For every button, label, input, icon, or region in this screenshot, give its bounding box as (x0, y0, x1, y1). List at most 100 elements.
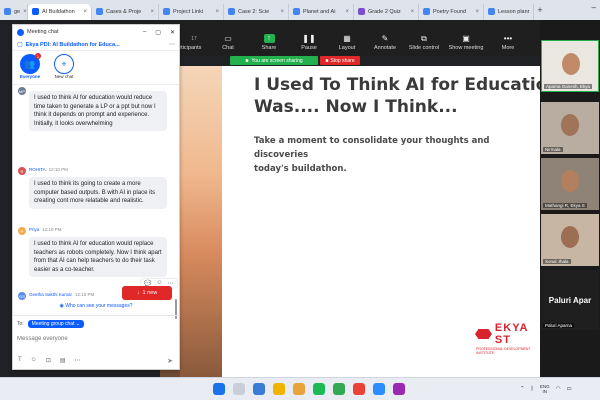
stop-share-label: Stop share (330, 57, 355, 64)
browser-tab[interactable]: Cases & Proje × (92, 3, 159, 20)
edge-icon[interactable] (253, 383, 265, 395)
recipient-everyone[interactable]: 👥 1 Everyone (17, 53, 43, 81)
close-icon[interactable]: × (475, 9, 479, 15)
emoji-icon[interactable]: ☺ (31, 357, 37, 364)
minimize-icon[interactable]: – (592, 3, 596, 12)
compose-toolbar: T ☺ ⊡ ▤ ⋯ (18, 357, 81, 364)
format-text-icon[interactable]: T (18, 357, 22, 364)
browser-tab[interactable]: Lesson planr (484, 3, 534, 20)
tab-favicon-icon (423, 8, 430, 15)
sender-name: ROHITA (29, 167, 46, 172)
show-meeting-button[interactable]: ▣ Show meeting (444, 20, 488, 51)
brand-name: EKYA ST (494, 322, 529, 346)
close-icon[interactable]: × (280, 9, 284, 15)
chrome-profile-icon[interactable] (353, 383, 365, 395)
who-can-see-link[interactable]: ◉ Who can see your messages? (13, 303, 179, 309)
message-time: 12:10 PM (48, 167, 68, 172)
more-icon[interactable]: ⋯ (169, 41, 175, 48)
recipient-row: To: Meeting group chat ⌄ (17, 320, 175, 328)
plus-icon: + (54, 54, 74, 74)
spotify-icon[interactable] (313, 383, 325, 395)
more-button[interactable]: ••• More (488, 20, 528, 51)
chat-header: ▢ Ekya PDI: AI Buildathon for Educa... ⋯ (13, 39, 179, 51)
bluetooth-icon[interactable]: ᛒ (531, 386, 534, 392)
tab-label: Poetry Found (433, 8, 467, 15)
tab-label: ge (14, 8, 21, 15)
participant-name: Mathangi R, Ekya S (543, 203, 587, 208)
participant-face (562, 53, 580, 75)
close-icon[interactable]: × (83, 9, 87, 15)
screen-sharing-label: You are screen sharing (251, 57, 303, 64)
chevron-up-icon[interactable]: ⌃ (520, 386, 525, 392)
attach-file-icon[interactable]: ▤ (60, 357, 66, 364)
screen-sharing-indicator: ■ You are screen sharing (230, 56, 318, 65)
file-explorer-icon[interactable] (273, 383, 285, 395)
layout-icon: ▦ (343, 34, 351, 43)
tab-label: Planet and Ai (303, 8, 336, 15)
chrome-icon[interactable] (333, 383, 345, 395)
close-icon[interactable]: ✕ (170, 29, 175, 36)
share-button[interactable]: ↑ Share (248, 20, 290, 51)
close-icon[interactable]: × (345, 9, 349, 15)
browser-tab[interactable]: Poetry Found × (419, 3, 484, 20)
send-icon[interactable]: ➤ (167, 357, 173, 365)
maximize-icon[interactable]: ▢ (155, 29, 161, 36)
more-icon[interactable]: ⋯ (75, 357, 81, 364)
new-messages-button[interactable]: ↓ 1 new (122, 286, 172, 300)
participant-name: Paluri Aparna (543, 323, 575, 328)
close-icon[interactable]: × (150, 9, 154, 15)
new-tab-button[interactable]: + (534, 5, 546, 15)
message-input[interactable] (17, 336, 167, 342)
zoom-app-icon[interactable] (373, 383, 385, 395)
folder-icon[interactable] (293, 383, 305, 395)
participants-button[interactable]: 17 Participants (173, 20, 208, 52)
slide-subtitle: Take a moment to consolidate your though… (254, 134, 540, 176)
screenshot-icon[interactable]: ⊡ (46, 357, 51, 364)
participant-tile[interactable]: Mathangi R, Ekya S (541, 158, 599, 210)
participant-name: Sonal Jhala (543, 259, 571, 264)
minimize-icon[interactable]: – (143, 29, 146, 36)
participant-tile[interactable]: Paluri Apar Paluri Aparna (541, 270, 599, 330)
close-icon[interactable]: × (23, 9, 27, 15)
close-icon[interactable]: × (410, 9, 414, 15)
layout-label: Layout (338, 45, 356, 51)
tab-favicon-icon (163, 8, 170, 15)
chat-compose: To: Meeting group chat ⌄ T ☺ ⊡ ▤ ⋯ ➤ (13, 315, 179, 370)
stop-share-button[interactable]: ■ Stop share (320, 56, 360, 65)
search-icon[interactable] (233, 383, 245, 395)
new-chat-button[interactable]: + New chat (51, 54, 77, 81)
browser-tab[interactable]: Planet and Ai × (289, 3, 354, 20)
wifi-icon[interactable]: ◠ (556, 386, 561, 392)
recipient-select[interactable]: Meeting group chat ⌄ (27, 320, 85, 328)
browser-tab[interactable]: Grade 2 Quiz × (354, 3, 419, 20)
chat-window-controls: – ▢ ✕ (143, 29, 175, 36)
everyone-label: Everyone (19, 74, 41, 79)
app-icon[interactable] (393, 383, 405, 395)
participant-tile[interactable]: Nirmala (541, 102, 599, 154)
close-icon[interactable]: × (215, 9, 219, 15)
browser-tab-active[interactable]: AI Buildathon × (28, 3, 92, 20)
slide-title: I Used To Think AI for Educatio Was.... … (254, 74, 540, 118)
start-icon[interactable] (213, 383, 225, 395)
participant-face (561, 226, 579, 248)
participant-face (561, 170, 579, 192)
avatar: R (18, 167, 26, 175)
browser-tab[interactable]: Project Linki × (159, 3, 224, 20)
slide-control-button[interactable]: ⧉ Slide control (404, 20, 444, 52)
stop-square-icon: ■ (325, 57, 329, 64)
meeting-toolbar: 17 Participants ▭ Chat ↑ Share ❚❚ Pause … (173, 20, 540, 56)
battery-icon[interactable]: ▭ (567, 386, 572, 392)
pause-button[interactable]: ❚❚ Pause (290, 20, 328, 51)
browser-tab[interactable]: Case 2: Scie × (224, 3, 289, 20)
participant-tile[interactable]: Sonal Jhala (541, 214, 599, 266)
tab-favicon-icon (358, 8, 365, 15)
layout-button[interactable]: ▦ Layout (328, 20, 366, 51)
participant-tile[interactable]: Aparna Ganesh, Ekya (541, 40, 599, 92)
to-label: To: (17, 321, 24, 327)
more-icon: ••• (503, 34, 513, 43)
language-indicator[interactable]: ENG IN (540, 384, 550, 394)
chat-recipients: 👥 1 Everyone + New chat (13, 51, 179, 85)
annotate-button[interactable]: ✎ Annotate (366, 20, 404, 51)
browser-tab[interactable]: ge × (0, 3, 28, 20)
chat-button[interactable]: ▭ Chat (208, 20, 248, 51)
